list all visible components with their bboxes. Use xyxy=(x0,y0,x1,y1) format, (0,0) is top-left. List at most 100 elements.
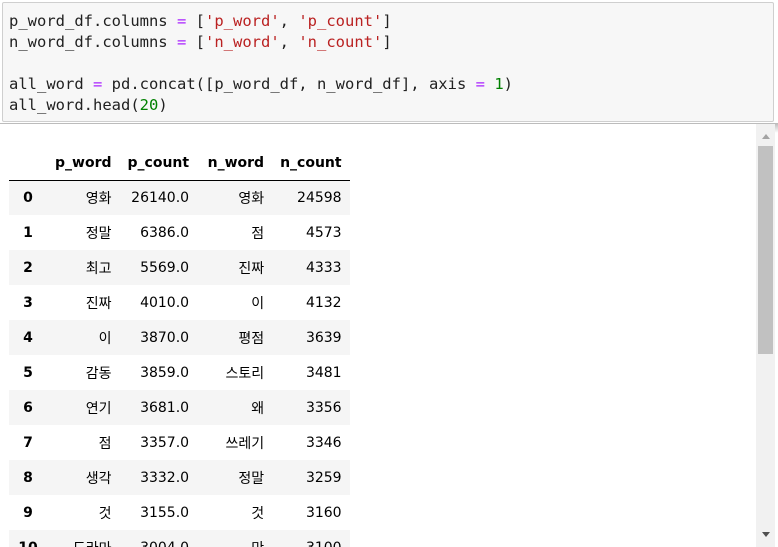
table-cell: 6386.0 xyxy=(140,224,190,241)
table-row: 8 생각 3332.0 정말 3259 xyxy=(9,460,350,495)
table-cell: 진짜 xyxy=(238,260,265,277)
dataframe-table: p_word p_count n_word n_count 0 영화 26140.0… xyxy=(9,146,350,547)
code-token: p_word_df.columns xyxy=(9,12,177,30)
table-cell: 3859.0 xyxy=(140,364,190,381)
column-header-p-count: p_count xyxy=(119,146,198,181)
row-index: 8 xyxy=(23,469,33,486)
table-cell: 3346 xyxy=(305,434,342,451)
table-cell: 진짜 xyxy=(85,295,112,312)
table-header-row: p_word p_count n_word n_count xyxy=(9,146,350,181)
code-token: all_word.head( xyxy=(9,96,140,114)
table-cell: 3259 xyxy=(305,469,342,486)
code-cell[interactable]: p_word_df.columns = ['p_word', 'p_count'… xyxy=(2,2,774,122)
table-cell: 3356 xyxy=(305,399,342,416)
table-cell: 4573 xyxy=(305,224,342,241)
column-header-n-word: n_word xyxy=(197,146,273,181)
table-row: 3 진짜 4010.0 이 4132 xyxy=(9,285,350,320)
scroll-down-button[interactable] xyxy=(756,526,775,543)
output-area: p_word p_count n_word n_count 0 영화 26140.0… xyxy=(0,124,756,547)
table-cell: 평점 xyxy=(238,330,265,347)
table-row: 7 점 3357.0 쓰레기 3346 xyxy=(9,425,350,460)
table-cell: 감동 xyxy=(85,365,112,382)
triangle-down-icon xyxy=(761,532,770,537)
code-token: [ xyxy=(186,33,205,51)
table-cell: 영화 xyxy=(238,190,265,207)
table-cell: 정말 xyxy=(238,470,265,487)
table-cell: 3481 xyxy=(305,364,342,381)
code-token: ) xyxy=(503,75,513,93)
triangle-up-icon xyxy=(761,134,770,139)
code-line: p_word_df.columns = ['p_word', 'p_count'… xyxy=(9,11,392,32)
table-row: 1 정말 6386.0 점 4573 xyxy=(9,215,350,250)
code-token: = xyxy=(176,12,187,30)
code-line: all_word = pd.concat([p_word_df, n_word_… xyxy=(9,74,513,95)
code-token: 'n_word' xyxy=(205,33,280,51)
table-row: 0 영화 26140.0 영화 24598 xyxy=(9,180,350,215)
row-index: 1 xyxy=(23,224,33,241)
table-cell: 3639 xyxy=(305,329,342,346)
table-cell: 5569.0 xyxy=(140,259,190,276)
table-row: 5 감동 3859.0 스토리 3481 xyxy=(9,355,350,390)
code-token: = xyxy=(176,33,187,51)
table-row: 4 이 3870.0 평점 3639 xyxy=(9,320,350,355)
table-cell: 스토리 xyxy=(225,365,265,382)
table-cell: 3870.0 xyxy=(140,329,190,346)
column-header-p-word: p_word xyxy=(47,146,120,181)
column-header-n-count: n_count xyxy=(272,146,350,181)
row-index: 7 xyxy=(23,434,33,451)
table-cell: 3155.0 xyxy=(140,504,190,521)
code-token: ) xyxy=(158,96,168,114)
table-row: 2 최고 5569.0 진짜 4333 xyxy=(9,250,350,285)
code-token: 'n_count' xyxy=(298,33,383,51)
row-index: 3 xyxy=(23,294,33,311)
table-cell: 드라마 xyxy=(47,530,120,547)
code-token: [ xyxy=(186,12,205,30)
row-index: 9 xyxy=(23,504,33,521)
table-cell: 4010.0 xyxy=(140,294,190,311)
table-cell: 이 xyxy=(251,295,265,312)
scroll-up-button[interactable] xyxy=(756,128,775,145)
code-token: = xyxy=(93,75,103,93)
table-row: 9 것 3155.0 것 3160 xyxy=(9,495,350,530)
code-line: all_word.head(20) xyxy=(9,95,168,116)
table-cell: 것 xyxy=(251,505,265,522)
table-cell: 3004.0 xyxy=(120,530,198,547)
row-index: 2 xyxy=(23,259,33,276)
code-token: 'p_word' xyxy=(205,12,280,30)
code-token: , xyxy=(279,33,299,51)
row-index: 5 xyxy=(23,364,33,381)
table-cell: 왜 xyxy=(251,400,265,417)
code-token: 1 xyxy=(494,75,504,93)
code-line: n_word_df.columns = ['n_word', 'n_count'… xyxy=(9,32,392,53)
table-cell: 생각 xyxy=(85,470,112,487)
row-index: 6 xyxy=(23,399,33,416)
table-cell: 3100 xyxy=(272,530,350,547)
code-token: = xyxy=(475,75,485,93)
code-token: 'p_count' xyxy=(298,12,383,30)
table-cell: 26140.0 xyxy=(131,189,190,206)
table-cell: 24598 xyxy=(297,189,342,206)
table-cell: 정말 xyxy=(85,225,112,242)
output-scrollbar[interactable] xyxy=(756,124,775,547)
table-cell: 쓰레기 xyxy=(225,435,265,452)
code-token: 20 xyxy=(139,96,159,114)
index-header xyxy=(9,146,47,181)
table-cell: 것 xyxy=(98,505,112,522)
table-cell: 이 xyxy=(98,330,112,347)
table-cell: 점 xyxy=(98,435,112,452)
code-token: ] xyxy=(382,33,392,51)
table-cell: 4333 xyxy=(305,259,342,276)
scrollbar-thumb[interactable] xyxy=(758,146,773,354)
row-index: 4 xyxy=(23,329,33,346)
table-cell: 4132 xyxy=(305,294,342,311)
code-token: , xyxy=(279,12,299,30)
row-index: 10 xyxy=(9,530,47,547)
code-token: pd.concat([p_word_df, n_word_df], axis xyxy=(102,75,476,93)
row-index: 0 xyxy=(23,189,33,206)
table-cell: 만 xyxy=(197,530,272,547)
table-row: 6 연기 3681.0 왜 3356 xyxy=(9,390,350,425)
table-cell: 연기 xyxy=(85,400,112,417)
code-token: all_word xyxy=(9,75,93,93)
table-cell: 점 xyxy=(251,225,265,242)
